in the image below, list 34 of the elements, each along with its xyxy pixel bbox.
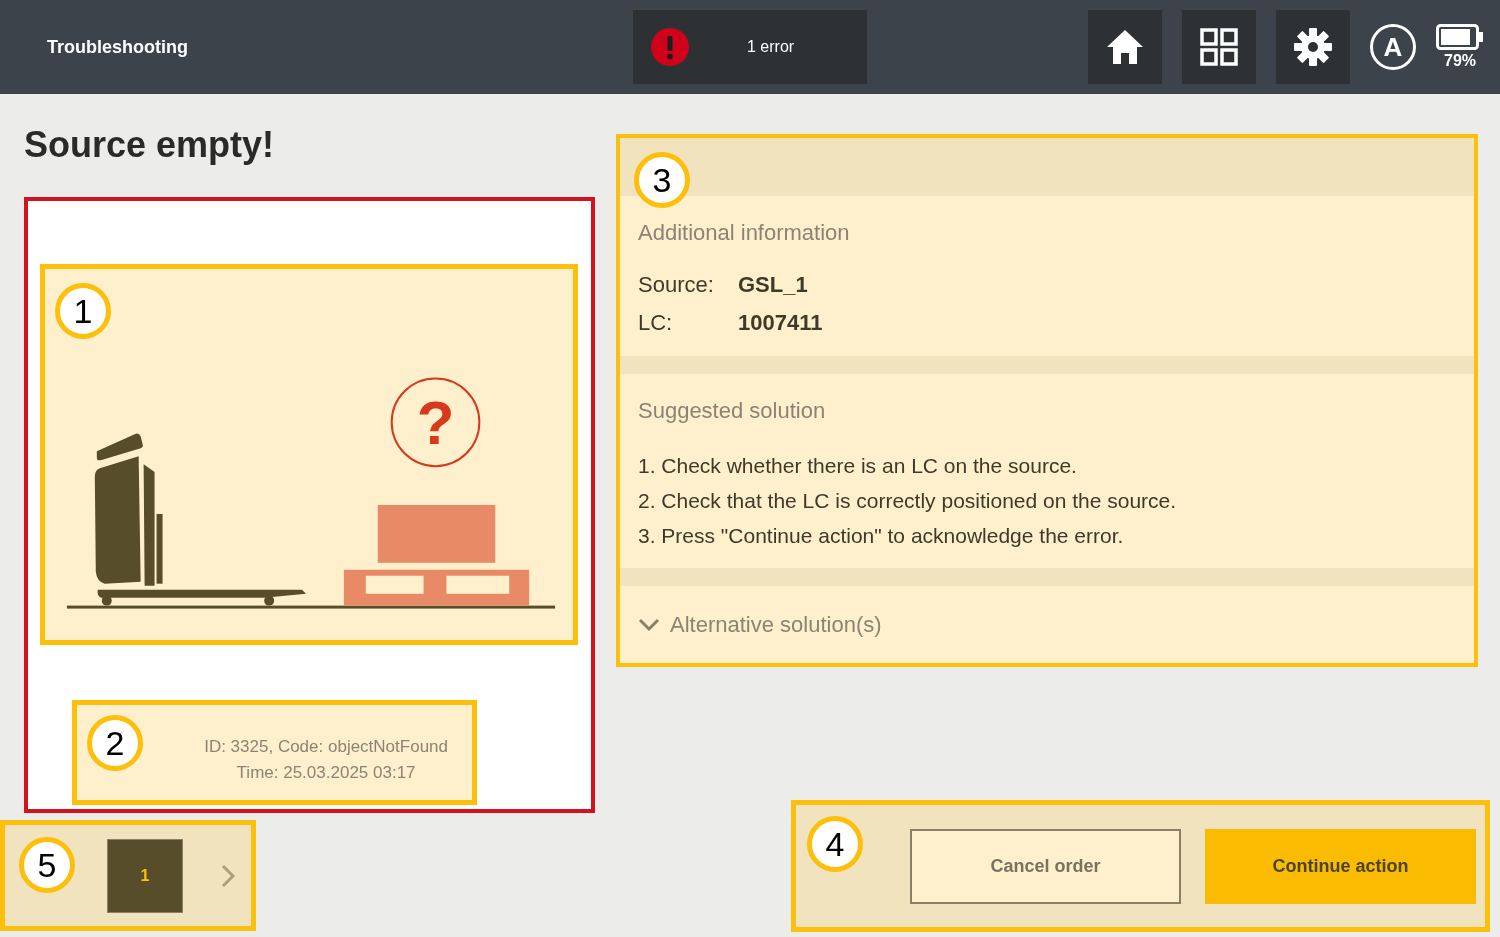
screen-title: Troubleshooting [47, 36, 189, 58]
solution-step: 2. Check that the LC is correctly positioned on the source. [638, 489, 1456, 513]
solution-step: 1. Check whether there is an LC on the source. [638, 454, 1456, 478]
settings-button[interactable] [1276, 10, 1350, 84]
callout-marker: 4 [807, 816, 863, 872]
detail-label: Source: [638, 272, 715, 298]
grid-button[interactable] [1182, 10, 1256, 84]
section-title: Additional information [638, 220, 851, 246]
battery-icon [1436, 24, 1484, 50]
home-icon [1105, 27, 1145, 67]
callout-marker: 2 [87, 715, 143, 771]
settings-icon [1293, 27, 1333, 67]
detail-value: GSL_1 [738, 272, 809, 298]
home-button[interactable] [1088, 10, 1162, 84]
error-detail-text: ID: 3325, Code: objectNotFound [204, 737, 448, 757]
cancel-button[interactable]: Cancel order [910, 828, 1181, 904]
error-detail-text: Time: 25.03.2025 03:17 [236, 763, 416, 783]
error-button[interactable]: 1 error [633, 10, 867, 84]
section-title: Suggested solution [638, 398, 827, 424]
error-icon [651, 28, 689, 66]
solution-step: 3. Press "Continue action" to acknowledge the error. [638, 524, 1456, 548]
continue-button[interactable]: Continue action [1205, 828, 1476, 904]
chevron-icon [638, 617, 660, 632]
mode-badge: A [1370, 24, 1416, 70]
callout-marker: 1 [55, 283, 111, 339]
detail-label: LC: [638, 310, 674, 336]
detail-value: 1007411 [738, 310, 823, 336]
battery-percent: 79% [1444, 52, 1476, 70]
callout-marker: 5 [19, 837, 75, 893]
question-icon: ? [390, 377, 481, 468]
alternative-toggle[interactable]: Alternative solution(s) [620, 586, 1474, 663]
grid-icon [1199, 27, 1239, 67]
page-button[interactable]: 1 [107, 838, 183, 913]
page-title: Source empty! [24, 124, 276, 167]
